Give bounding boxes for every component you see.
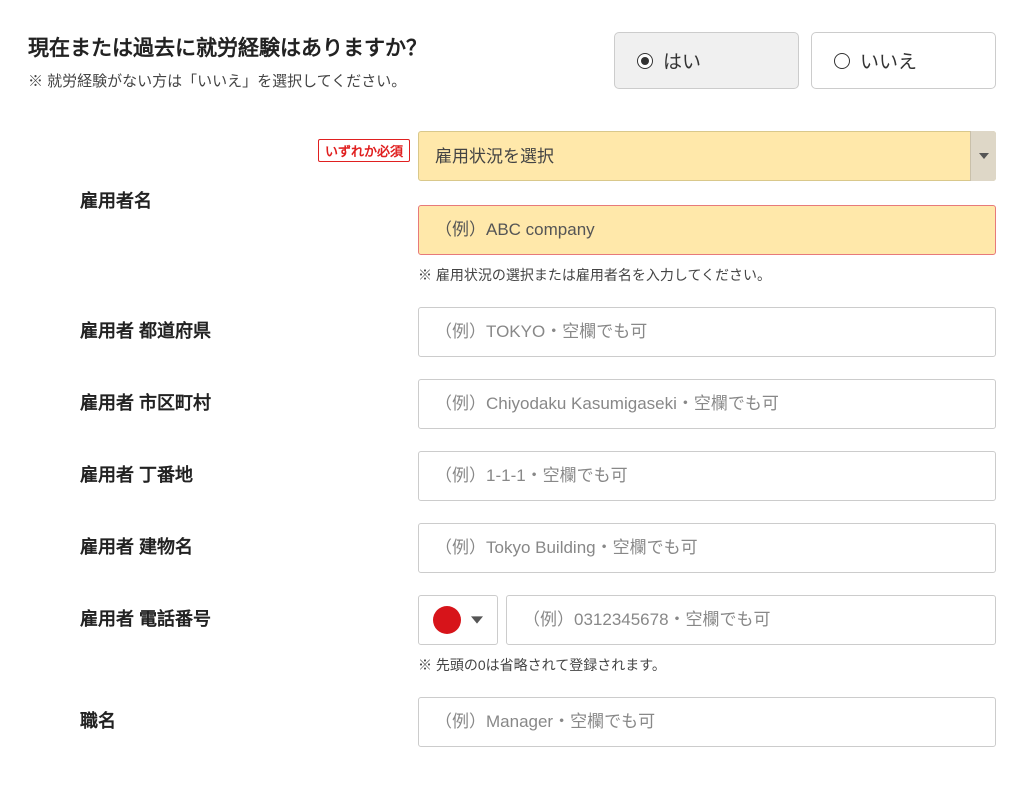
phone-note: ※ 先頭の0は省略されて登録されます。: [418, 655, 996, 675]
row-building: 雇用者 建物名: [28, 523, 996, 573]
radio-dot-icon: [834, 53, 850, 69]
radio-option-no[interactable]: いいえ: [811, 32, 996, 89]
employment-status-select-wrap: 雇用状況を選択: [418, 131, 996, 181]
row-street: 雇用者 丁番地: [28, 451, 996, 501]
row-prefecture: 雇用者 都道府県: [28, 307, 996, 357]
radio-label-yes: はい: [663, 47, 701, 74]
label-col: 雇用者 都道府県: [28, 307, 418, 343]
row-job-title: 職名: [28, 697, 996, 747]
work-experience-question-row: 現在または過去に就労経験はありますか？ ※ 就労経験がない方は「いいえ」を選択し…: [28, 32, 996, 91]
label-street: 雇用者 丁番地: [80, 461, 193, 487]
employer-name-input[interactable]: [418, 205, 996, 255]
yes-no-radio-group: はい いいえ: [614, 32, 996, 89]
field-col: [418, 523, 996, 573]
question-block: 現在または過去に就労経験はありますか？ ※ 就労経験がない方は「いいえ」を選択し…: [28, 32, 590, 91]
radio-dot-icon: [637, 53, 653, 69]
city-input[interactable]: [418, 379, 996, 429]
radio-option-yes[interactable]: はい: [614, 32, 799, 89]
label-phone: 雇用者 電話番号: [80, 605, 211, 631]
chevron-down-icon: [471, 614, 483, 626]
label-col: 雇用者 市区町村: [28, 379, 418, 415]
employment-status-select[interactable]: 雇用状況を選択: [418, 131, 996, 181]
row-city: 雇用者 市区町村: [28, 379, 996, 429]
row-phone: 雇用者 電話番号 ※ 先頭の0は省略されて登録されます。: [28, 595, 996, 675]
field-col: [418, 307, 996, 357]
job-title-input[interactable]: [418, 697, 996, 747]
phone-input[interactable]: [506, 595, 996, 645]
question-note: ※ 就労経験がない方は「いいえ」を選択してください。: [28, 70, 590, 91]
field-col: ※ 先頭の0は省略されて登録されます。: [418, 595, 996, 675]
label-prefecture: 雇用者 都道府県: [80, 317, 211, 343]
label-col: 雇用者名 いずれか必須: [28, 131, 418, 213]
field-col: [418, 697, 996, 747]
row-employer-name: 雇用者名 いずれか必須 雇用状況を選択 ※ 雇用状況の選択または雇用者名を入力し…: [28, 131, 996, 285]
field-col: 雇用状況を選択 ※ 雇用状況の選択または雇用者名を入力してください。: [418, 131, 996, 285]
radio-label-no: いいえ: [860, 47, 917, 74]
label-col: 雇用者 電話番号: [28, 595, 418, 631]
field-col: [418, 379, 996, 429]
label-col: 雇用者 丁番地: [28, 451, 418, 487]
label-employer-name: 雇用者名: [80, 187, 152, 213]
phone-input-wrap: [418, 595, 996, 645]
label-col: 雇用者 建物名: [28, 523, 418, 559]
japan-flag-icon: [433, 606, 461, 634]
question-title: 現在または過去に就労経験はありますか？: [28, 32, 590, 62]
employer-name-error-note: ※ 雇用状況の選択または雇用者名を入力してください。: [418, 265, 996, 285]
field-col: [418, 451, 996, 501]
label-city: 雇用者 市区町村: [80, 389, 211, 415]
prefecture-input[interactable]: [418, 307, 996, 357]
required-badge: いずれか必須: [318, 139, 410, 162]
label-building: 雇用者 建物名: [80, 533, 193, 559]
country-code-selector[interactable]: [418, 595, 498, 645]
building-input[interactable]: [418, 523, 996, 573]
street-input[interactable]: [418, 451, 996, 501]
label-col: 職名: [28, 697, 418, 733]
label-job-title: 職名: [80, 707, 116, 733]
